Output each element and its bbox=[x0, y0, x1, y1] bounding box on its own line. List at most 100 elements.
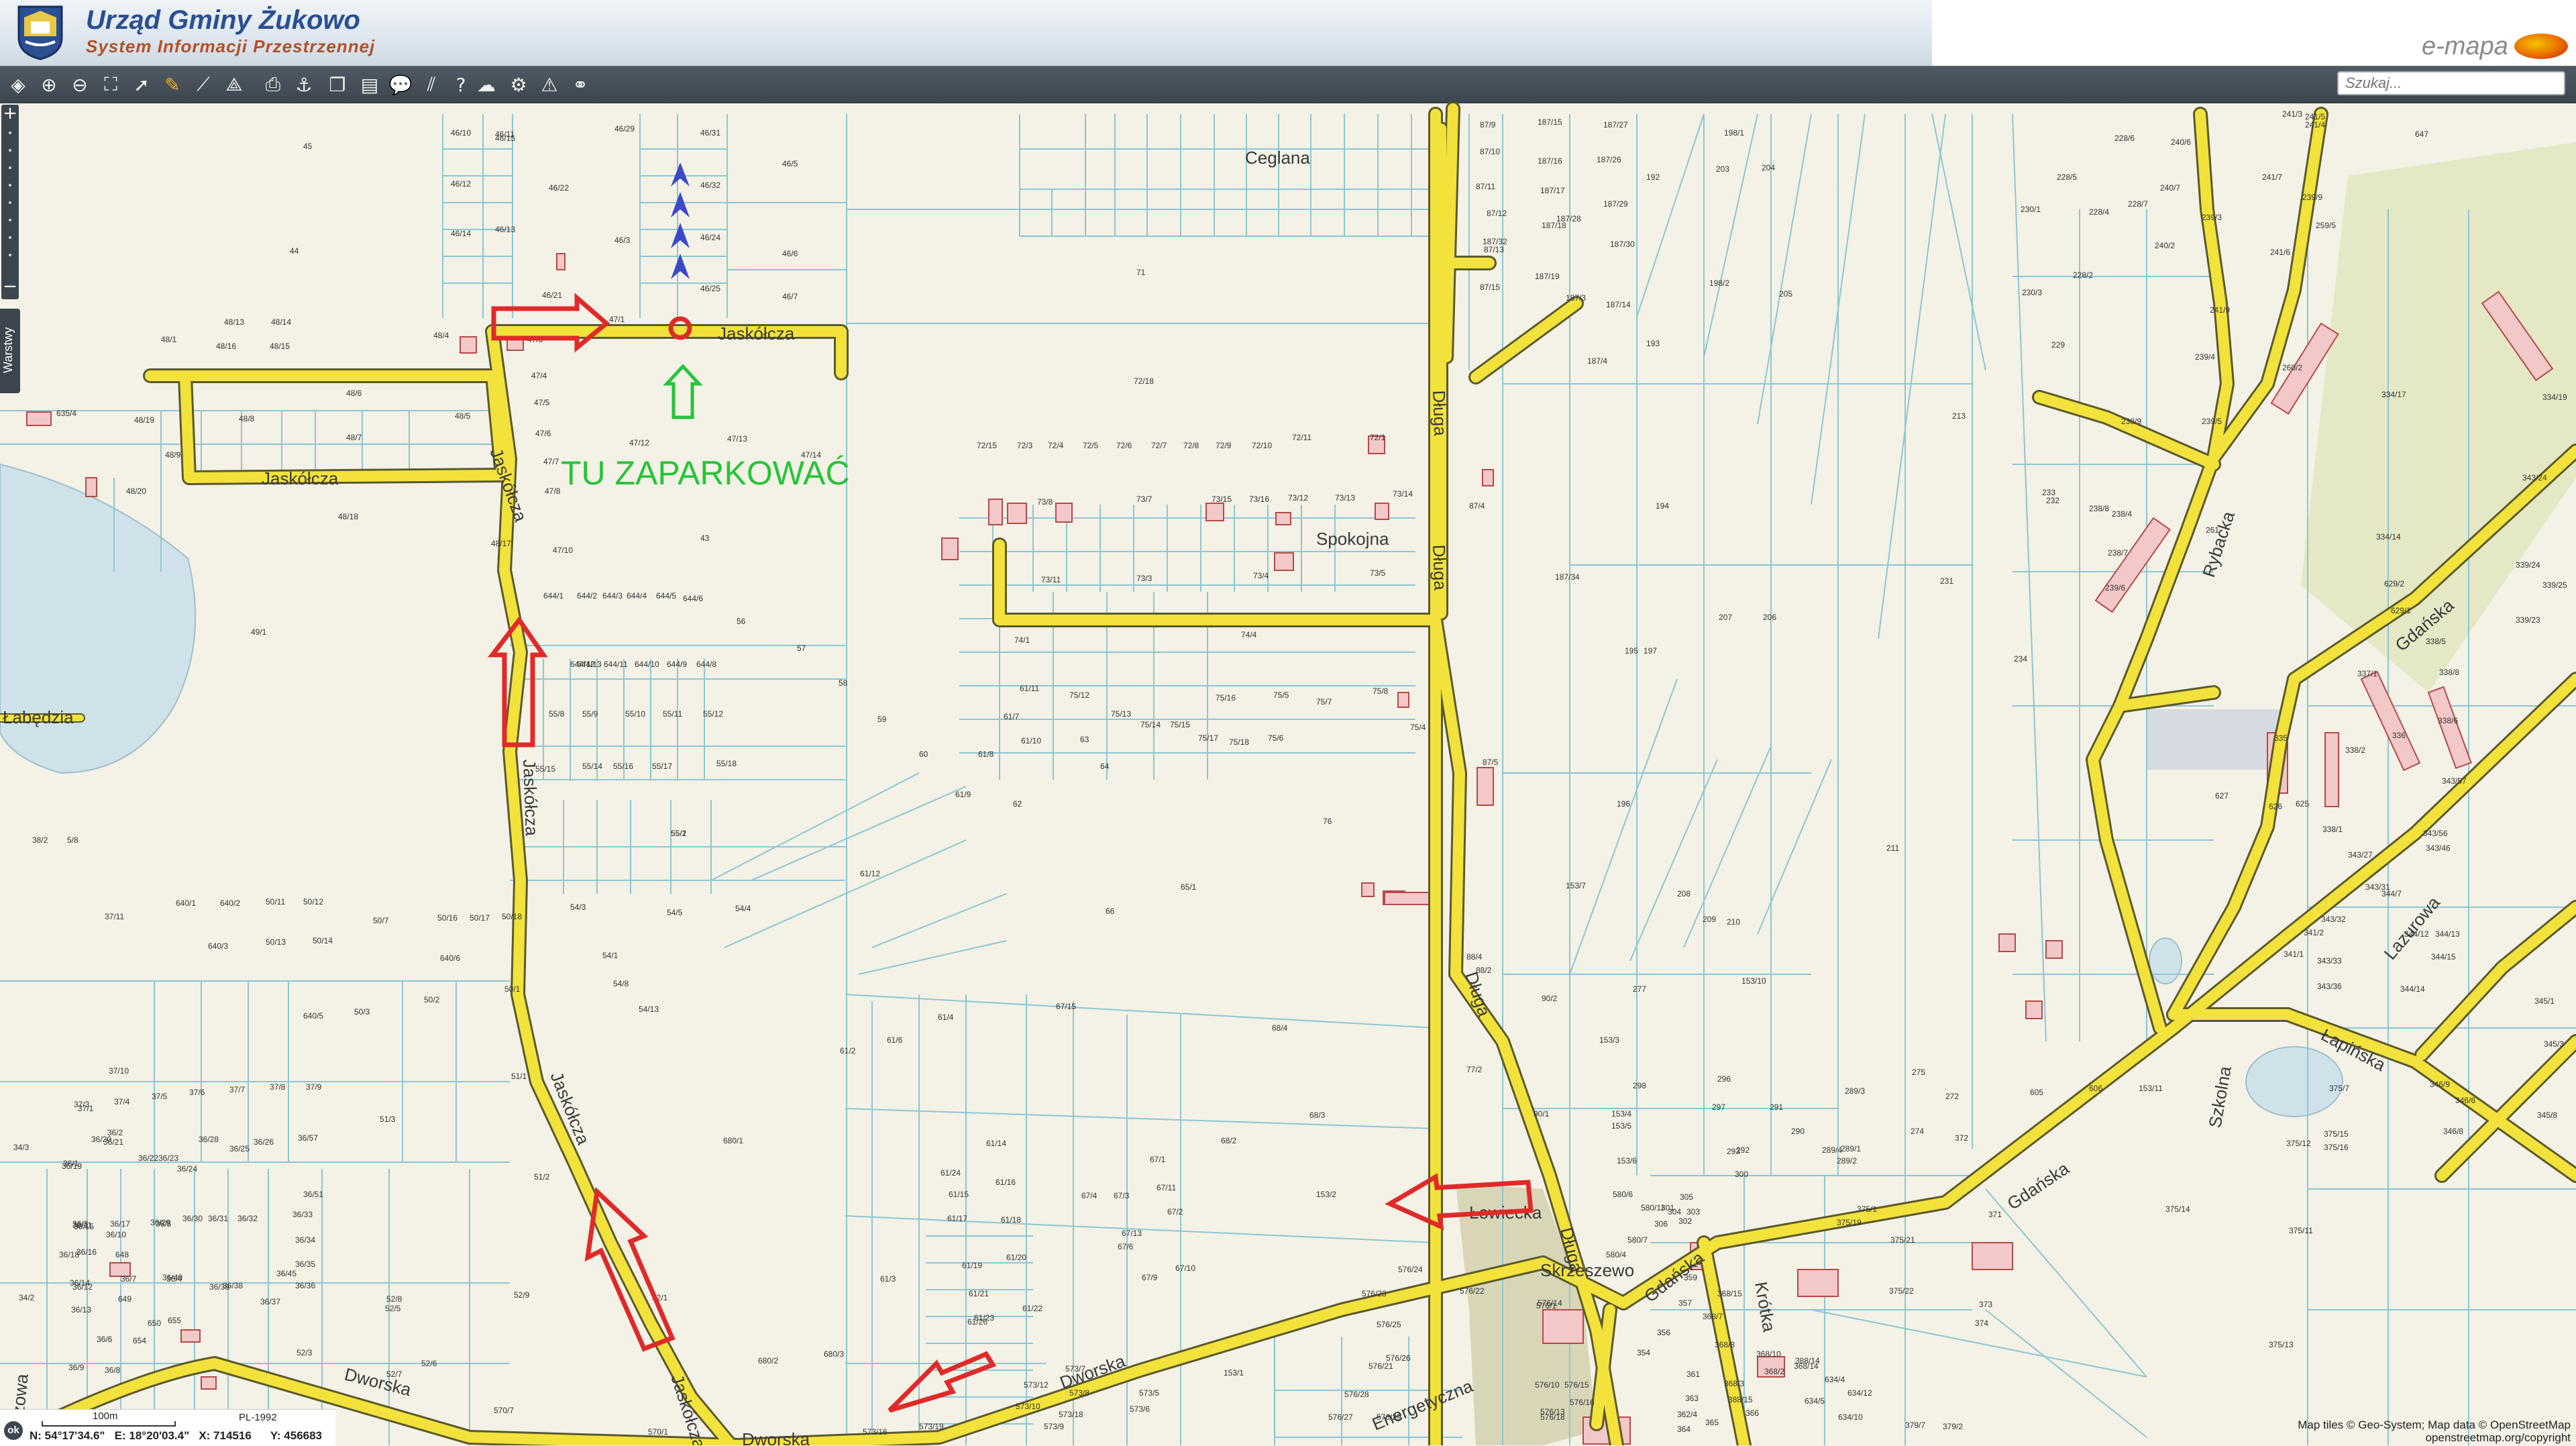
parcel-number: 75/16 bbox=[1216, 693, 1236, 703]
parcel-number: 67/4 bbox=[1081, 1191, 1097, 1200]
parcel-number-labels: 45 44 46/29 46/31 46/32 46/24 46/25 46/3 46/5 46/… bbox=[13, 109, 2567, 1437]
zoom-tick[interactable] bbox=[9, 236, 11, 239]
crs-selector[interactable]: PL-1992 bbox=[239, 1412, 277, 1423]
copy-icon[interactable]: ❐ bbox=[323, 70, 352, 99]
help-icon[interactable]: ? bbox=[447, 70, 475, 99]
cloud-icon[interactable]: ☁ bbox=[472, 70, 500, 99]
parcel-number: 55/8 bbox=[549, 709, 565, 719]
parcel-number: 47/7 bbox=[543, 457, 559, 466]
parcel-number: 48/1 bbox=[161, 335, 177, 344]
parcel-number: 87/4 bbox=[1469, 501, 1485, 511]
parcel-number: 46/3 bbox=[614, 236, 631, 245]
street-label-gdanska: Gdańska bbox=[1640, 1247, 1708, 1306]
parcel-number: 192 bbox=[1646, 172, 1660, 182]
parcel-number: 36/37 bbox=[260, 1297, 280, 1306]
parcel-number: 48/18 bbox=[338, 512, 358, 521]
parcel-number: 50/3 bbox=[354, 1007, 370, 1017]
zoom-tick[interactable] bbox=[9, 254, 11, 256]
parcel-number: 77/2 bbox=[1466, 1065, 1483, 1074]
parcel-number: 46/21 bbox=[542, 291, 562, 300]
zoom-slider-plus-icon[interactable]: + bbox=[1, 105, 19, 122]
parcel-number: 388/15 bbox=[1728, 1395, 1753, 1404]
layers-panel-tab[interactable]: Warstwy bbox=[0, 309, 20, 393]
parcel-number: 379/2 bbox=[1943, 1422, 1963, 1431]
zoom-slider[interactable]: + − bbox=[1, 105, 19, 299]
parcel-number: 67/6 bbox=[1118, 1242, 1134, 1251]
parcel-number: 72/15 bbox=[977, 441, 997, 450]
parcel-number: 344/14 bbox=[2400, 984, 2425, 994]
parcel-number: 573/5 bbox=[1139, 1388, 1159, 1398]
layout-icon[interactable]: ▤ bbox=[356, 70, 384, 99]
zoom-tick[interactable] bbox=[9, 149, 11, 152]
zoom-slider-minus-icon[interactable]: − bbox=[1, 278, 19, 295]
parcel-number: 337/1 bbox=[2357, 669, 2377, 678]
attribution-link[interactable]: openstreetmap.org/copyright bbox=[2298, 1431, 2571, 1444]
parcel-number: 343/31 bbox=[2365, 882, 2390, 892]
parcel-number: 55/17 bbox=[652, 762, 672, 771]
measure-area-icon[interactable]: ⟁ bbox=[220, 70, 248, 99]
parcel-number: 576/16 bbox=[1570, 1398, 1595, 1407]
ok-button[interactable]: ok bbox=[4, 1421, 23, 1440]
zoom-tick[interactable] bbox=[9, 201, 11, 204]
zoom-extent-icon[interactable]: ⛶ bbox=[97, 70, 125, 99]
zoom-tick[interactable] bbox=[9, 132, 11, 134]
speech-bubble-icon[interactable]: 💬 bbox=[386, 70, 415, 99]
search-input[interactable] bbox=[2337, 71, 2565, 95]
parcel-number: 305 bbox=[1680, 1192, 1693, 1202]
map-canvas[interactable]: Jaskółcza Jaskółcza Jaskółcza Jaskółcza … bbox=[0, 102, 2576, 1445]
print-icon[interactable]: ⎙ bbox=[259, 70, 287, 99]
parcel-number: 336 bbox=[2392, 731, 2406, 740]
parcel-number: 36/28 bbox=[199, 1135, 219, 1144]
parcel-number: 344/13 bbox=[2435, 929, 2460, 939]
parcel-number: 346/8 bbox=[2443, 1127, 2463, 1136]
warning-icon[interactable]: ⚠ bbox=[535, 70, 564, 99]
parcel-number: 68/2 bbox=[1221, 1136, 1237, 1145]
parcel-number: 580/4 bbox=[1606, 1250, 1626, 1259]
parcel-number: 51/2 bbox=[534, 1172, 550, 1182]
parcel-number: 187/16 bbox=[1538, 156, 1562, 166]
parcel-number: 54/4 bbox=[735, 904, 751, 913]
parcel-number: 153/4 bbox=[1611, 1109, 1631, 1119]
parcel-number: 241/7 bbox=[2262, 172, 2282, 182]
street-label-energetyczna: Energetyczna bbox=[1369, 1376, 1476, 1435]
parcel-number: 55/2 bbox=[671, 829, 687, 838]
parcel-number: 48/14 bbox=[271, 317, 291, 327]
parcel-number: 61/10 bbox=[1021, 736, 1041, 745]
zoom-in-icon[interactable]: ⊕ bbox=[35, 70, 63, 99]
parcel-number: 364 bbox=[1677, 1425, 1690, 1434]
parcel-number: 61/24 bbox=[941, 1168, 961, 1178]
parcel-number: 36/21 bbox=[103, 1137, 123, 1147]
parcel-number: 88/4 bbox=[1466, 952, 1483, 962]
anchor-icon[interactable]: ⚓ bbox=[290, 70, 318, 99]
parcel-number: 47/5 bbox=[534, 398, 550, 407]
select-arrow-icon[interactable]: ➚ bbox=[127, 70, 156, 99]
layers-icon[interactable]: ◈ bbox=[4, 70, 32, 99]
measure-line-icon[interactable]: ⟋ bbox=[189, 70, 217, 99]
parcel-number: 36/6 bbox=[97, 1335, 113, 1344]
parcel-number: 194 bbox=[1656, 501, 1669, 511]
parcel-number: 289/4 bbox=[1822, 1145, 1842, 1155]
parcel-number: 46/12 bbox=[451, 179, 471, 189]
parcel-number: 230/1 bbox=[2021, 205, 2041, 214]
hatch-icon[interactable]: ⫽ bbox=[417, 70, 445, 99]
parcel-number: 153/2 bbox=[1316, 1190, 1336, 1199]
zoom-tick[interactable] bbox=[9, 184, 11, 187]
parcel-number: 46/29 bbox=[614, 124, 635, 134]
zoom-tick[interactable] bbox=[9, 219, 11, 221]
parcel-number: 37/5 bbox=[152, 1092, 168, 1101]
settings-icon[interactable]: ⚙ bbox=[504, 70, 533, 99]
parcel-number: 61/11 bbox=[1020, 684, 1039, 693]
municipality-crest-logo bbox=[17, 5, 63, 60]
parcel-number: 368/10 bbox=[1756, 1349, 1781, 1359]
parcel-number: 153/5 bbox=[1611, 1121, 1631, 1131]
share-icon[interactable]: ⚭ bbox=[566, 70, 594, 99]
parcel-number: 338/1 bbox=[2322, 825, 2343, 834]
parcel-number: 261 bbox=[2206, 525, 2219, 535]
parcel-number: 644/3 bbox=[602, 591, 623, 601]
parcel-number: 54/5 bbox=[667, 908, 683, 917]
parcel-number: 290 bbox=[1791, 1127, 1805, 1136]
zoom-out-icon[interactable]: ⊖ bbox=[66, 70, 94, 99]
pencil-icon[interactable]: ✎ bbox=[158, 70, 186, 99]
zoom-tick[interactable] bbox=[9, 166, 11, 169]
parcel-number: 55/9 bbox=[582, 709, 598, 719]
